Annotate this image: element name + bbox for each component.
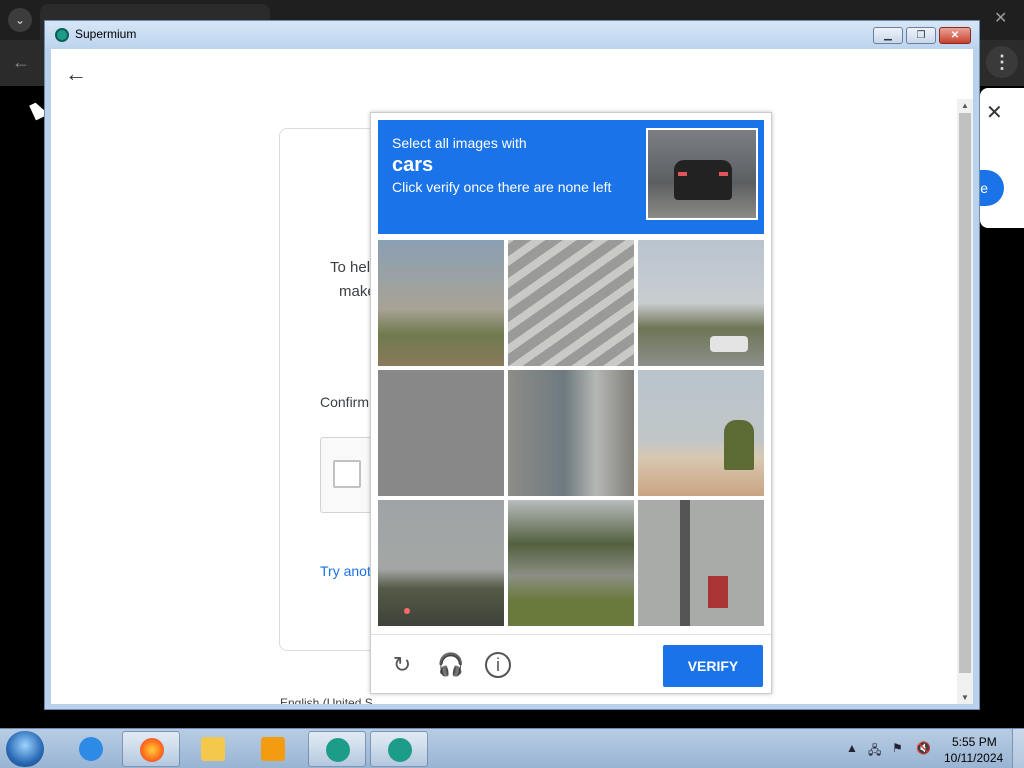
maximize-button[interactable]: ❐ — [906, 27, 936, 44]
tray-expand-icon[interactable]: ▲ — [846, 741, 858, 755]
captcha-tile[interactable] — [378, 370, 504, 496]
minimize-button[interactable]: ▁ — [873, 27, 903, 44]
captcha-tile[interactable] — [638, 240, 764, 366]
captcha-instruction: Select all images with — [392, 135, 527, 151]
supermium-profile-taskbar[interactable] — [308, 731, 366, 767]
info-icon[interactable]: i — [485, 652, 511, 678]
popup-close-icon[interactable]: ✕ — [986, 100, 1003, 125]
reload-icon[interactable]: ↻ — [389, 652, 415, 678]
background-back-icon[interactable]: ← — [12, 52, 30, 73]
network-icon[interactable]: 🖧 — [868, 741, 881, 762]
supermium-profile-icon — [326, 738, 350, 762]
captcha-tile[interactable] — [638, 500, 764, 626]
captcha-tile[interactable] — [638, 370, 764, 496]
supermium-taskbar[interactable] — [370, 731, 428, 767]
captcha-tile[interactable] — [378, 240, 504, 366]
supermium-icon — [388, 738, 412, 762]
internet-explorer-taskbar[interactable] — [62, 731, 120, 767]
captcha-tile[interactable] — [508, 500, 634, 626]
kebab-menu-icon[interactable]: ⋮ — [986, 46, 1018, 78]
captcha-grid — [378, 240, 766, 628]
internet-explorer-icon — [79, 737, 103, 761]
verify-button[interactable]: VERIFY — [663, 645, 763, 687]
recaptcha-checkbox[interactable] — [333, 460, 361, 488]
try-another-link[interactable]: Try anot — [320, 563, 371, 579]
action-center-flag-icon[interactable]: ⚑ — [892, 741, 903, 755]
scroll-down-icon[interactable]: ▼ — [961, 693, 969, 702]
media-player-taskbar[interactable] — [244, 731, 302, 767]
tail-light — [678, 172, 687, 176]
firefox-taskbar[interactable] — [122, 731, 180, 767]
firefox-icon — [140, 738, 164, 762]
captcha-target: cars — [392, 154, 434, 176]
scrollbar-thumb[interactable] — [959, 113, 971, 673]
title-bar[interactable]: Supermium ▁ ❐ ✕ — [45, 21, 979, 49]
close-button[interactable]: ✕ — [939, 27, 971, 44]
start-button[interactable] — [6, 731, 44, 767]
clock-date[interactable]: 10/11/2024 — [944, 751, 1003, 765]
show-desktop-button[interactable] — [1012, 729, 1024, 768]
captcha-header: Select all images with cars Click verify… — [378, 120, 764, 234]
headphones-icon[interactable]: 🎧 — [437, 652, 464, 678]
scrollbar[interactable]: ▲ ▼ — [957, 99, 973, 704]
taskbar: ▲ 🖧 ⚑ 🔇 5:55 PM 10/11/2024 — [0, 728, 1024, 768]
card-text-line1: To hel — [330, 259, 371, 276]
supermium-logo-icon — [55, 28, 69, 42]
folder-icon — [201, 737, 225, 761]
tail-light — [719, 172, 728, 176]
media-player-icon — [261, 737, 285, 761]
car-image — [674, 160, 732, 200]
confirm-label: Confirm — [320, 394, 370, 410]
scroll-up-icon[interactable]: ▲ — [961, 101, 969, 110]
clock-time[interactable]: 5:55 PM — [952, 735, 997, 749]
captcha-tile[interactable] — [508, 370, 634, 496]
volume-muted-icon[interactable]: 🔇 — [916, 741, 931, 755]
back-arrow-icon[interactable]: ← — [65, 61, 87, 87]
captcha-challenge: Select all images with cars Click verify… — [370, 112, 772, 694]
captcha-sample-image — [646, 128, 758, 220]
tab-dropdown-icon[interactable]: ⌄ — [8, 8, 32, 32]
window-title: Supermium — [75, 27, 137, 41]
captcha-tile[interactable] — [508, 240, 634, 366]
background-close-icon[interactable]: ✕ — [994, 8, 1007, 28]
captcha-footer: ↻ 🎧 i VERIFY — [371, 634, 771, 694]
desktop: ⌄ ✕ ← ⋮ ✕ e Supermium ▁ ❐ ✕ ← To hel mak… — [0, 0, 1024, 768]
captcha-hint: Click verify once there are none left — [392, 179, 612, 195]
file-explorer-taskbar[interactable] — [184, 731, 242, 767]
captcha-tile[interactable] — [378, 500, 504, 626]
language-selector[interactable]: English (United S — [280, 696, 373, 704]
